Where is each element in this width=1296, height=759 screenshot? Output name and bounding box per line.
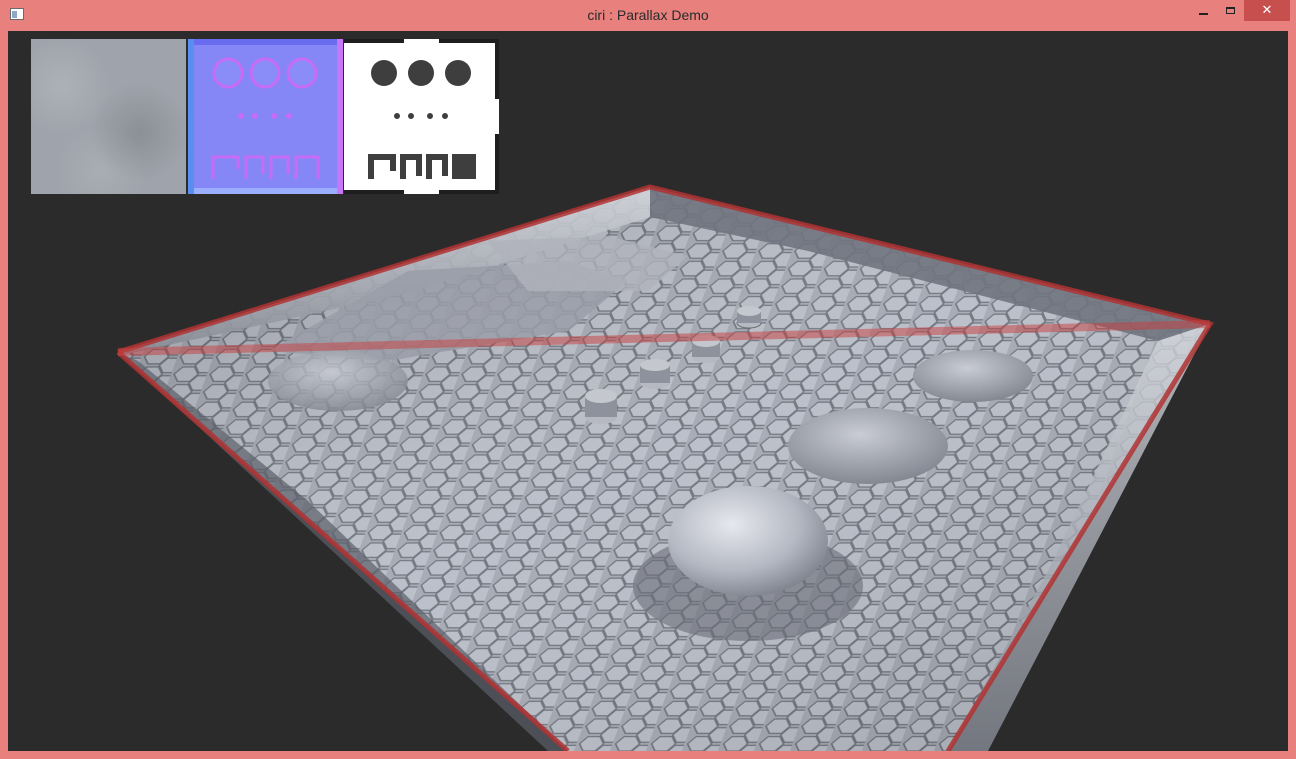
mound-mid	[788, 408, 948, 484]
maximize-icon	[1225, 7, 1235, 14]
dome	[668, 486, 828, 596]
app-window: ciri : Parallax Demo ✕	[0, 0, 1296, 759]
render-viewport[interactable]	[8, 31, 1288, 751]
mound-far	[913, 350, 1033, 402]
close-icon: ✕	[1261, 3, 1273, 18]
title-bar[interactable]: ciri : Parallax Demo ✕	[0, 0, 1296, 31]
maximize-button[interactable]	[1217, 0, 1243, 21]
close-button[interactable]: ✕	[1244, 0, 1290, 21]
minimize-button[interactable]	[1190, 0, 1216, 21]
normal-map-preview	[188, 39, 343, 194]
diffuse-texture-preview	[31, 39, 186, 194]
window-title: ciri : Parallax Demo	[587, 7, 709, 23]
height-map-preview	[344, 39, 499, 194]
minimize-icon	[1198, 12, 1208, 15]
